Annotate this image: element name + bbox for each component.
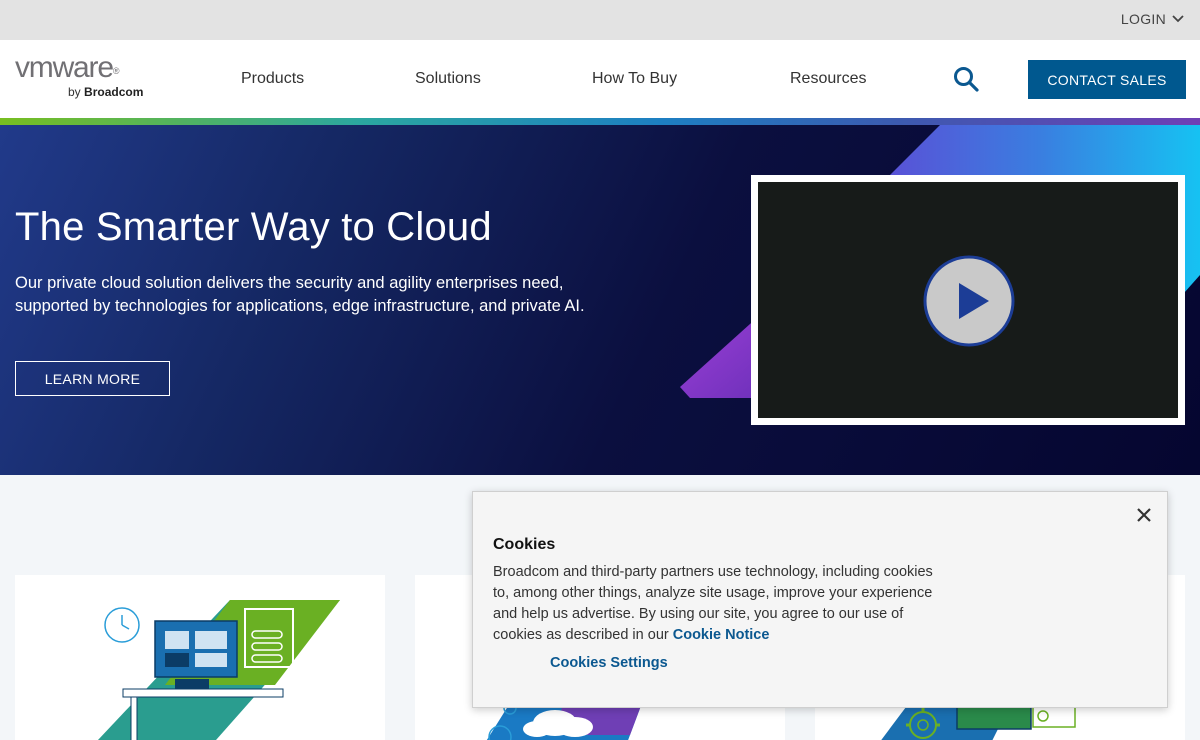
logo-by: by [68, 85, 81, 99]
feature-card-1[interactable] [15, 575, 385, 740]
nav-products[interactable]: Products [241, 70, 304, 88]
login-label: LOGIN [1120, 11, 1166, 27]
card-illustration-1 [98, 600, 340, 740]
chevron-down-icon [1172, 15, 1184, 23]
cookie-settings-button[interactable]: Cookies Settings [550, 655, 668, 671]
site-header: vmware® by Broadcom Products Solutions H… [0, 40, 1200, 118]
video-screen [758, 182, 1178, 418]
hero-title: The Smarter Way to Cloud [15, 205, 492, 249]
play-icon[interactable] [923, 255, 1015, 347]
contact-sales-button[interactable]: CONTACT SALES [1028, 60, 1186, 99]
login-menu[interactable]: LOGIN [1121, 11, 1184, 27]
hero-description: Our private cloud solution delivers the … [15, 274, 585, 315]
search-icon [954, 67, 979, 92]
hero-banner: The Smarter Way to Cloud Our private clo… [0, 125, 1200, 475]
video-player[interactable] [751, 175, 1185, 425]
logo-word: vmware [15, 51, 114, 84]
vmware-logo[interactable]: vmware® by Broadcom [15, 51, 160, 102]
cookie-dialog: Cookies Broadcom and third-party partner… [472, 491, 1168, 708]
cookie-notice-link[interactable]: Cookie Notice [673, 627, 770, 643]
nav-solutions[interactable]: Solutions [415, 70, 481, 88]
nav-resources[interactable]: Resources [790, 70, 866, 88]
close-icon [1137, 508, 1151, 522]
search-button[interactable] [952, 65, 980, 93]
logo-brand: Broadcom [84, 85, 144, 99]
utility-bar: LOGIN [0, 0, 1200, 40]
nav-how-to-buy[interactable]: How To Buy [592, 70, 677, 88]
learn-more-button[interactable]: LEARN MORE [15, 361, 170, 396]
cookie-close-button[interactable] [1133, 504, 1155, 526]
clock-icon [104, 607, 140, 643]
logo-trademark: ® [112, 66, 120, 76]
cookie-title: Cookies [493, 536, 556, 553]
cookie-text-block: Broadcom and third-party partners use te… [493, 562, 933, 646]
header-gradient-line [0, 118, 1200, 125]
